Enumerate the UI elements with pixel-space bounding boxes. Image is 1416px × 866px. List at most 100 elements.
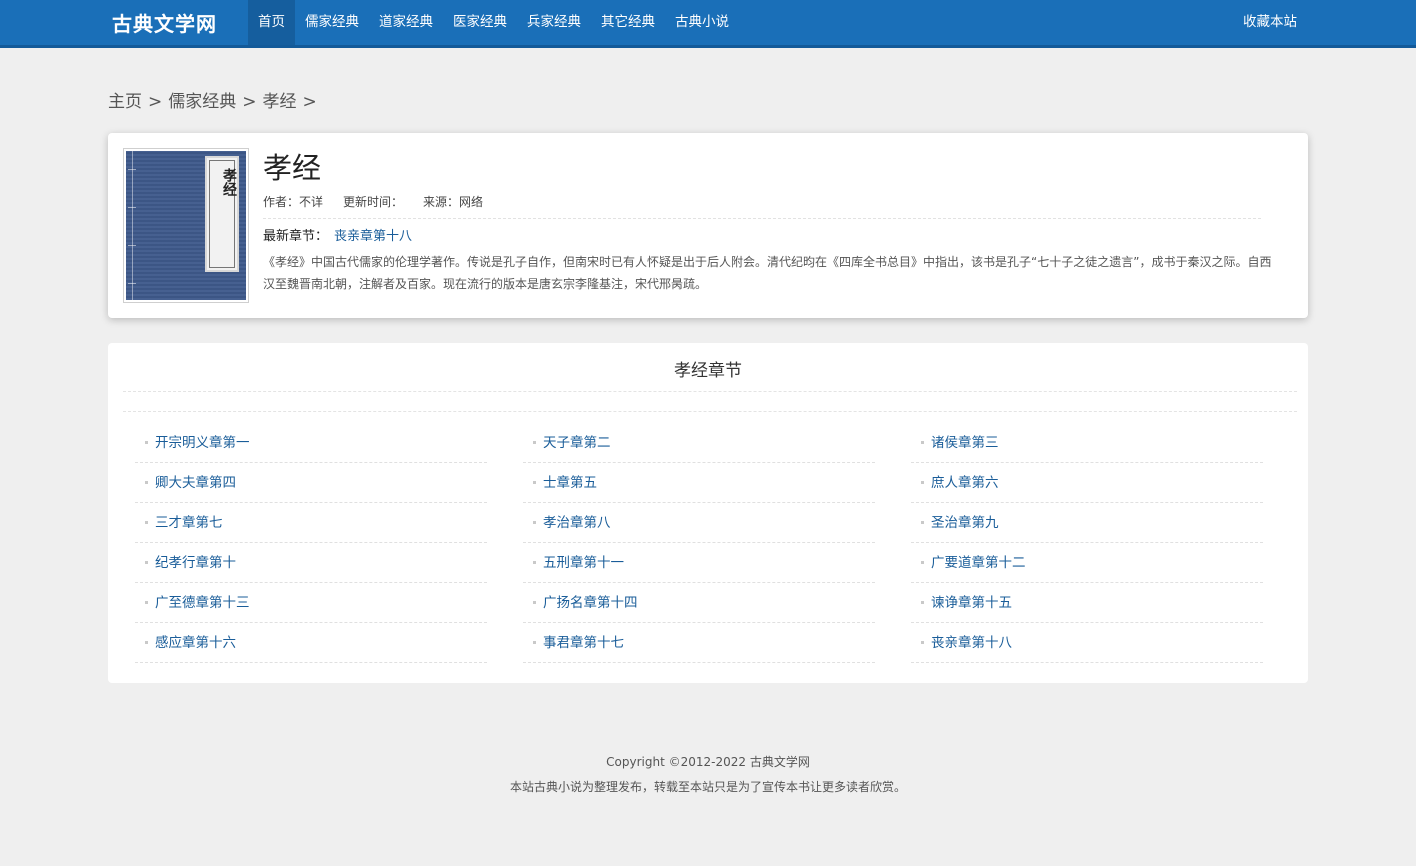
breadcrumb-home[interactable]: 主页	[108, 89, 142, 115]
cover-stitch	[128, 245, 136, 246]
bookmark-site-link[interactable]: 收藏本站	[1243, 0, 1297, 45]
bullet-icon	[921, 521, 924, 524]
latest-chapter-label: 最新章节：	[263, 229, 329, 244]
chapter-link[interactable]: 纪孝行章第十	[155, 543, 236, 583]
chapter-link[interactable]: 卿大夫章第四	[155, 463, 236, 503]
chapter-link[interactable]: 诸侯章第三	[931, 423, 999, 463]
nav-item-other[interactable]: 其它经典	[591, 0, 665, 45]
chapter-link[interactable]: 庶人章第六	[931, 463, 999, 503]
chapter-link[interactable]: 圣治章第九	[931, 503, 999, 543]
book-cover: 孝经	[123, 148, 249, 303]
list-item: 士章第五	[523, 463, 875, 503]
breadcrumb-book[interactable]: 孝经	[263, 89, 297, 115]
bullet-icon	[145, 601, 148, 604]
page-footer: Copyright ©2012-2022 古典文学网 本站古典小说为整理发布，转…	[0, 750, 1416, 800]
chapter-list-panel: 孝经章节 开宗明义章第一 天子章第二 诸侯章第三 卿大夫章第四 士章第五 庶人章…	[108, 343, 1308, 683]
nav-item-home[interactable]: 首页	[248, 0, 295, 45]
nav-item-confucian[interactable]: 儒家经典	[295, 0, 369, 45]
site-logo[interactable]: 古典文学网	[112, 10, 217, 38]
cover-title-text: 孝经	[221, 168, 237, 196]
latest-chapter-link[interactable]: 丧亲章第十八	[334, 227, 412, 247]
list-item: 诸侯章第三	[911, 423, 1263, 463]
chapter-link[interactable]: 孝治章第八	[543, 503, 611, 543]
list-item: 广要道章第十二	[911, 543, 1263, 583]
chapter-link[interactable]: 五刑章第十一	[543, 543, 624, 583]
bullet-icon	[921, 601, 924, 604]
list-item: 圣治章第九	[911, 503, 1263, 543]
nav-item-military[interactable]: 兵家经典	[517, 0, 591, 45]
book-updated: 更新时间：	[343, 195, 404, 209]
nav-item-novels[interactable]: 古典小说	[665, 0, 739, 45]
bullet-icon	[533, 521, 536, 524]
chapter-link[interactable]: 三才章第七	[155, 503, 223, 543]
cover-stitch	[128, 283, 136, 284]
divider	[263, 218, 1261, 219]
bullet-icon	[145, 641, 148, 644]
list-item: 感应章第十六	[135, 623, 487, 663]
breadcrumb-category[interactable]: 儒家经典	[168, 89, 236, 115]
chapter-list-heading: 孝经章节	[674, 361, 742, 381]
bullet-icon	[921, 561, 924, 564]
divider	[123, 411, 1297, 412]
bullet-icon	[533, 441, 536, 444]
bullet-icon	[921, 641, 924, 644]
chapter-link[interactable]: 广至德章第十三	[155, 583, 250, 623]
book-title: 孝经	[263, 151, 322, 185]
cover-stitch	[128, 207, 136, 208]
book-author: 作者：不详	[263, 195, 324, 209]
book-cover-image: 孝经	[126, 151, 246, 300]
list-item: 谏诤章第十五	[911, 583, 1263, 623]
bullet-icon	[533, 601, 536, 604]
list-item: 五刑章第十一	[523, 543, 875, 583]
chapter-link[interactable]: 开宗明义章第一	[155, 423, 250, 463]
cover-title-label: 孝经	[205, 156, 239, 272]
list-item: 纪孝行章第十	[135, 543, 487, 583]
cover-stitch	[128, 169, 136, 170]
chapter-link[interactable]: 感应章第十六	[155, 623, 236, 663]
bullet-icon	[921, 441, 924, 444]
chapter-grid: 开宗明义章第一 天子章第二 诸侯章第三 卿大夫章第四 士章第五 庶人章第六 三才…	[135, 423, 1263, 663]
chapter-link[interactable]: 广扬名章第十四	[543, 583, 638, 623]
chapter-link[interactable]: 丧亲章第十八	[931, 623, 1012, 663]
footer-copyright: Copyright ©2012-2022 古典文学网	[606, 755, 810, 769]
list-item: 卿大夫章第四	[135, 463, 487, 503]
bullet-icon	[533, 641, 536, 644]
list-item: 开宗明义章第一	[135, 423, 487, 463]
cover-binding-line	[132, 151, 133, 300]
main-nav: 首页 儒家经典 道家经典 医家经典 兵家经典 其它经典 古典小说	[248, 0, 739, 45]
bullet-icon	[533, 481, 536, 484]
list-item: 庶人章第六	[911, 463, 1263, 503]
book-info-card: 孝经 孝经 作者：不详 更新时间： 来源：网络 最新章节： 丧亲章第十八 《孝经…	[108, 133, 1308, 318]
book-source: 来源：网络	[423, 195, 484, 209]
bullet-icon	[145, 561, 148, 564]
nav-item-taoist[interactable]: 道家经典	[369, 0, 443, 45]
list-item: 广扬名章第十四	[523, 583, 875, 623]
bullet-icon	[145, 481, 148, 484]
nav-item-medical[interactable]: 医家经典	[443, 0, 517, 45]
breadcrumb-separator: >	[302, 92, 317, 112]
bullet-icon	[921, 481, 924, 484]
list-item: 事君章第十七	[523, 623, 875, 663]
chapter-link[interactable]: 士章第五	[543, 463, 597, 503]
latest-chapter: 最新章节： 丧亲章第十八	[263, 227, 412, 247]
top-navbar: 古典文学网 首页 儒家经典 道家经典 医家经典 兵家经典 其它经典 古典小说 收…	[0, 0, 1416, 48]
book-description: 《孝经》中国古代儒家的伦理学著作。传说是孔子自作，但南宋时已有人怀疑是出于后人附…	[263, 255, 1272, 291]
divider	[123, 391, 1297, 392]
bullet-icon	[145, 441, 148, 444]
list-item: 天子章第二	[523, 423, 875, 463]
chapter-link[interactable]: 广要道章第十二	[931, 543, 1026, 583]
book-meta: 作者：不详 更新时间： 来源：网络	[263, 194, 483, 210]
breadcrumb: 主页 > 儒家经典 > 孝经 >	[108, 89, 317, 115]
list-item: 广至德章第十三	[135, 583, 487, 623]
footer-notice: 本站古典小说为整理发布，转载至本站只是为了宣传本书让更多读者欣赏。	[509, 780, 906, 794]
breadcrumb-separator: >	[148, 92, 163, 112]
list-item: 三才章第七	[135, 503, 487, 543]
breadcrumb-separator: >	[242, 92, 257, 112]
chapter-link[interactable]: 天子章第二	[543, 423, 611, 463]
chapter-link[interactable]: 事君章第十七	[543, 623, 624, 663]
list-item: 丧亲章第十八	[911, 623, 1263, 663]
chapter-link[interactable]: 谏诤章第十五	[931, 583, 1012, 623]
list-item: 孝治章第八	[523, 503, 875, 543]
bullet-icon	[145, 521, 148, 524]
bullet-icon	[533, 561, 536, 564]
